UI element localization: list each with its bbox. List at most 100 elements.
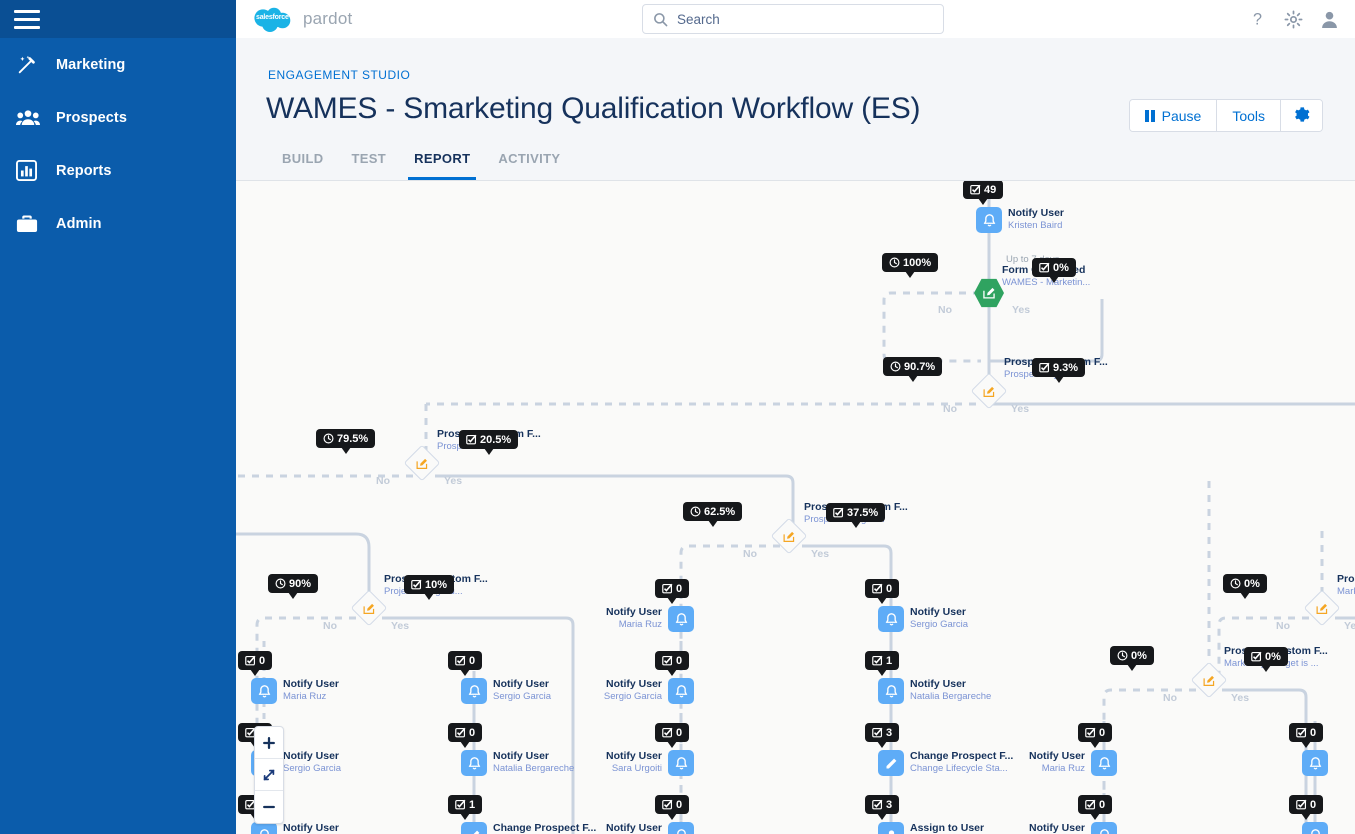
breadcrumb[interactable]: ENGAGEMENT STUDIO	[268, 68, 410, 82]
assign-icon[interactable]	[878, 822, 904, 834]
node-change[interactable]: 1Change Prospect F...Change Lifecycle ..…	[461, 822, 487, 834]
status-badge[interactable]: 20.5%	[459, 430, 518, 449]
node-change[interactable]: 3Change Prospect F...Change Lifecycle St…	[878, 750, 904, 776]
notify-user-icon[interactable]	[668, 606, 694, 632]
node-notify-user[interactable]: 0Notify UserSara Urgoiti	[668, 750, 694, 776]
notify-user-icon[interactable]	[878, 678, 904, 704]
node-decision[interactable]: 90.7% 9.3% Prospect Custom F... Prospect…	[976, 378, 1002, 404]
tab-build[interactable]: BUILD	[268, 151, 337, 180]
notify-user-icon[interactable]	[668, 678, 694, 704]
conversion-badge[interactable]: 79.5%	[316, 429, 375, 448]
status-badge[interactable]: 9.3%	[1032, 358, 1085, 377]
notify-user-icon[interactable]	[668, 750, 694, 776]
node-notify-user[interactable]: 0	[1302, 822, 1328, 834]
conversion-badge[interactable]: 62.5%	[683, 502, 742, 521]
settings-button[interactable]	[1281, 100, 1322, 131]
node-decision[interactable]: 0% 0% Prospect Custom F... Marketing Bud…	[1196, 667, 1222, 693]
status-badge[interactable]: 0	[238, 651, 272, 670]
sidebar-item-reports[interactable]: Reports	[0, 144, 236, 197]
node-notify-user[interactable]: 0Notify UserSergio Garcia	[461, 678, 487, 704]
notify-user-icon[interactable]	[461, 678, 487, 704]
status-badge[interactable]: 3	[865, 795, 899, 814]
status-badge[interactable]: 0	[865, 579, 899, 598]
node-form-completed[interactable]: Up to 7 days 100% 0% Form Completed	[974, 278, 1004, 308]
decision-icon[interactable]	[351, 590, 388, 627]
decision-icon[interactable]	[971, 373, 1008, 410]
node-decision[interactable]: 90% 10% Prospect Custom F... Project Usi…	[356, 595, 382, 621]
change-icon[interactable]	[461, 822, 487, 834]
status-badge[interactable]: 0	[1289, 723, 1323, 742]
notify-user-icon[interactable]	[251, 678, 277, 704]
help-icon[interactable]: ?	[1248, 10, 1267, 29]
notify-user-icon[interactable]	[878, 606, 904, 632]
status-badge[interactable]: 0	[1078, 723, 1112, 742]
notify-user-icon[interactable]	[1091, 750, 1117, 776]
node-notify-user[interactable]: 49 Notify User Kristen Baird	[976, 207, 1002, 233]
node-notify-user[interactable]: 0Notify UserKristen Baird	[668, 822, 694, 834]
status-badge[interactable]: 0%	[1244, 647, 1288, 666]
status-badge[interactable]: 0	[655, 579, 689, 598]
hamburger-icon[interactable]	[14, 10, 40, 29]
conversion-badge[interactable]: 0%	[1110, 646, 1154, 665]
conversion-badge[interactable]: 90.7%	[883, 357, 942, 376]
status-badge[interactable]: 0	[655, 795, 689, 814]
status-badge[interactable]: 49	[963, 181, 1003, 199]
zoom-in-button[interactable]	[255, 727, 283, 759]
sidebar-item-prospects[interactable]: Prospects	[0, 91, 236, 144]
status-badge[interactable]: 0	[1289, 795, 1323, 814]
notify-user-icon[interactable]	[976, 207, 1002, 233]
node-notify-user[interactable]: 0Notify UserMaria Ruz	[251, 678, 277, 704]
notify-user-icon[interactable]	[668, 822, 694, 834]
workflow-canvas[interactable]: 49 Notify User Kristen Baird Up to 7 day…	[236, 181, 1355, 834]
node-assign[interactable]: 3Assign to UserMaria R...	[878, 822, 904, 834]
pause-button[interactable]: Pause	[1130, 100, 1217, 131]
node-decision[interactable]: 79.5% 20.5% Prospect Custom F... Prospec…	[409, 450, 435, 476]
notify-user-icon[interactable]	[1302, 750, 1328, 776]
notify-user-icon[interactable]	[1302, 822, 1328, 834]
conversion-badge[interactable]: 100%	[882, 253, 938, 272]
status-badge[interactable]: 0	[655, 723, 689, 742]
node-notify-user[interactable]: 0Notify UserSergio Garcia	[878, 606, 904, 632]
status-badge[interactable]: 37.5%	[826, 503, 885, 522]
change-icon[interactable]	[878, 750, 904, 776]
tab-test[interactable]: TEST	[337, 151, 400, 180]
decision-icon[interactable]	[404, 445, 441, 482]
node-notify-user[interactable]: 0	[1302, 750, 1328, 776]
status-badge[interactable]: 0	[655, 651, 689, 670]
status-badge[interactable]: 0%	[1032, 258, 1076, 277]
tab-report[interactable]: REPORT	[400, 151, 484, 180]
conversion-badge[interactable]: 0%	[1223, 574, 1267, 593]
status-badge[interactable]: 0	[448, 723, 482, 742]
tools-button[interactable]: Tools	[1217, 100, 1281, 131]
gear-icon[interactable]	[1284, 10, 1303, 29]
status-badge[interactable]: 3	[865, 723, 899, 742]
zoom-fit-button[interactable]	[255, 759, 283, 791]
node-decision[interactable]: 0% Pros Mark No Yes	[1309, 595, 1335, 621]
decision-icon[interactable]	[771, 518, 808, 555]
decision-icon[interactable]	[1191, 662, 1228, 699]
search-input[interactable]	[677, 12, 933, 27]
status-badge[interactable]: 0	[448, 651, 482, 670]
sidebar-item-marketing[interactable]: Marketing	[0, 38, 236, 91]
notify-user-icon[interactable]	[1091, 822, 1117, 834]
node-notify-user[interactable]: 0Notify UserSergio Garcia	[1091, 822, 1117, 834]
conversion-badge[interactable]: 90%	[268, 574, 318, 593]
status-badge[interactable]: 1	[448, 795, 482, 814]
node-notify-user[interactable]: 0Notify UserNatalia Bergareche	[461, 750, 487, 776]
node-notify-user[interactable]: 1Notify UserNatalia Bergareche	[878, 678, 904, 704]
trigger-icon[interactable]	[974, 278, 1004, 308]
status-badge[interactable]: 10%	[404, 575, 454, 594]
tab-activity[interactable]: ACTIVITY	[484, 151, 574, 180]
node-notify-user[interactable]: 0Notify UserMaria Ruz	[1091, 750, 1117, 776]
search-box[interactable]	[642, 4, 944, 34]
decision-icon[interactable]	[1304, 590, 1341, 627]
pardot-logo[interactable]: salesforce pardot	[250, 6, 352, 33]
user-avatar-icon[interactable]	[1320, 10, 1339, 29]
notify-user-icon[interactable]	[461, 750, 487, 776]
node-decision[interactable]: 62.5% 37.5% Prospect Custom F... Prospec…	[776, 523, 802, 549]
sidebar-item-admin[interactable]: Admin	[0, 197, 236, 250]
node-notify-user[interactable]: 0Notify UserSergio Garcia	[668, 678, 694, 704]
status-badge[interactable]: 1	[865, 651, 899, 670]
status-badge[interactable]: 0	[1078, 795, 1112, 814]
node-notify-user[interactable]: 0Notify UserMaria Ruz	[668, 606, 694, 632]
